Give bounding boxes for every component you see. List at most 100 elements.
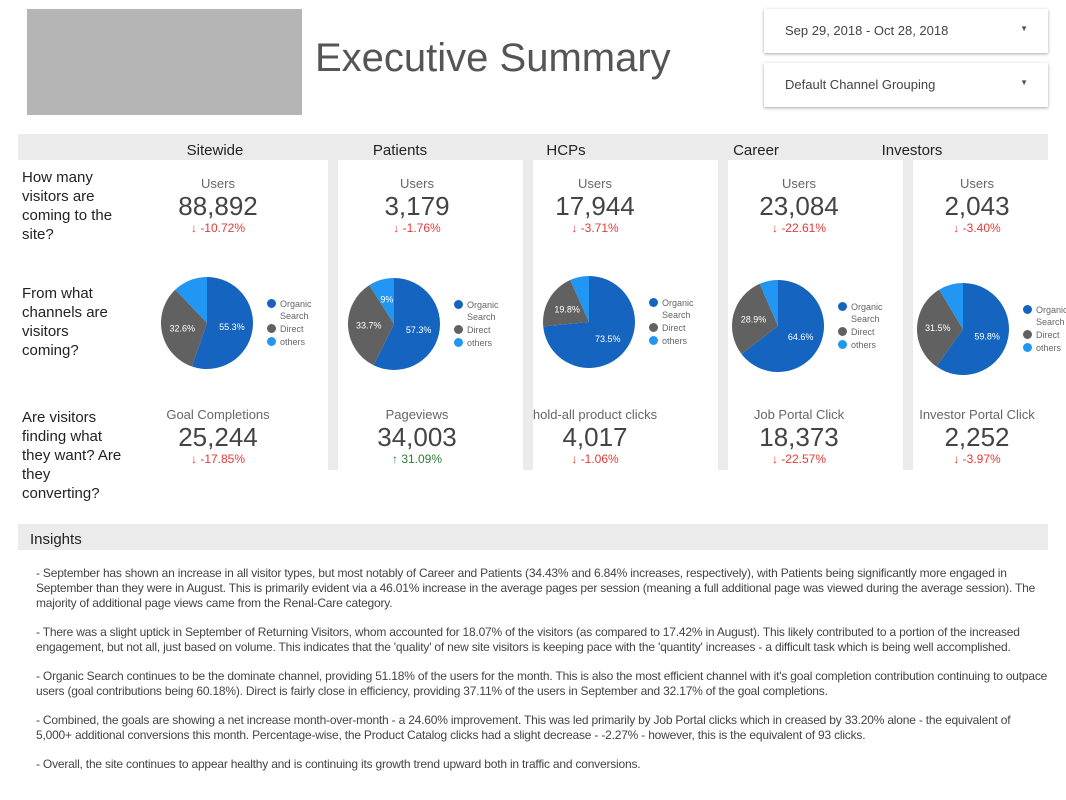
legend-item[interactable]: Direct xyxy=(649,322,709,334)
pie-legend: Organic Search Direct others xyxy=(649,297,709,348)
metric-label: Users xyxy=(782,176,816,191)
pie-legend: Organic Search Direct others xyxy=(267,298,327,349)
pie-slice-label: 31.5% xyxy=(925,323,951,333)
column-header: Investors xyxy=(881,142,943,159)
legend-item[interactable]: Organic Search xyxy=(838,301,898,325)
question-visitors: How many visitors are coming to the site… xyxy=(22,169,113,243)
metric-value: 17,944 xyxy=(555,191,635,221)
page-title: Executive Summary xyxy=(315,36,671,80)
legend-item[interactable]: others xyxy=(454,337,514,349)
caret-down-icon: ▼ xyxy=(1020,24,1028,33)
users-metric: Users 88,892 ↓ -10.72% xyxy=(178,176,258,235)
legend-item[interactable]: Organic Search xyxy=(1023,304,1066,328)
question-converting: Are visitors finding what they want? Are… xyxy=(22,409,122,502)
metric-change: ↓ -10.72% xyxy=(190,221,246,235)
legend-dot-icon xyxy=(649,336,658,345)
arrow-down-icon: ↓ xyxy=(571,452,581,466)
column-header: Sitewide xyxy=(186,142,244,159)
arrow-up-icon: ↑ xyxy=(391,452,402,466)
pie-legend: Organic Search Direct others xyxy=(1023,304,1066,355)
date-range-selector[interactable]: Sep 29, 2018 - Oct 28, 2018 ▼ xyxy=(764,9,1048,53)
insights-header: Insights xyxy=(18,524,1048,550)
pie-slice-label: 32.6% xyxy=(170,323,196,333)
legend-dot-icon xyxy=(267,324,276,333)
arrow-down-icon: ↓ xyxy=(393,221,403,235)
pie-slice-label: 28.9% xyxy=(741,315,767,325)
logo-placeholder xyxy=(27,9,302,115)
pie-slice-label: 73.5% xyxy=(595,334,621,344)
legend-dot-icon xyxy=(267,337,276,346)
channel-pie-chart: 57.3% 33.7% 9% xyxy=(348,278,440,370)
goal-metric: Pageviews 34,003 ↑ 31.09% xyxy=(377,407,457,466)
users-metric: Users 17,944 ↓ -3.71% xyxy=(555,176,635,235)
metric-change: ↓ -3.97% xyxy=(953,452,1001,466)
users-metric: Users 3,179 ↓ -1.76% xyxy=(384,176,449,235)
metric-value: 34,003 xyxy=(377,422,457,452)
legend-dot-icon xyxy=(838,340,847,349)
pie-slice-label: 19.8% xyxy=(554,304,580,314)
legend-dot-icon xyxy=(838,302,847,311)
column-header: Career xyxy=(733,142,779,159)
metric-label: Users xyxy=(201,176,235,191)
legend-dot-icon xyxy=(1023,305,1032,314)
legend-dot-icon xyxy=(649,323,658,332)
arrow-down-icon: ↓ xyxy=(190,452,201,466)
metric-change: ↓ -3.40% xyxy=(953,221,1001,235)
users-metric: Users 2,043 ↓ -3.40% xyxy=(944,176,1009,235)
metric-label: Users xyxy=(578,176,612,191)
channel-grouping-selector[interactable]: Default Channel Grouping ▼ xyxy=(764,63,1048,107)
pie-slice-label: 33.7% xyxy=(356,320,382,330)
channel-grouping-value: Default Channel Grouping xyxy=(785,77,936,92)
question-channels: From what channels are visitors coming? xyxy=(22,285,108,359)
goal-metric: Job Portal Click 18,373 ↓ -22.57% xyxy=(754,407,844,466)
metric-label: Goal Completions xyxy=(166,407,270,422)
metric-label: hold-all product clicks xyxy=(532,407,658,422)
metric-value: 4,017 xyxy=(562,422,628,452)
legend-item[interactable]: Organic Search xyxy=(649,297,709,321)
metric-value: 2,043 xyxy=(944,191,1010,221)
pie-slice-label: 55.3% xyxy=(219,322,245,332)
pie-slice-label: 57.3% xyxy=(406,325,432,335)
legend-item[interactable]: Organic Search xyxy=(267,298,327,322)
metric-change: ↓ -22.61% xyxy=(771,221,827,235)
metric-value: 3,179 xyxy=(384,191,450,221)
channel-pie-chart: 64.6% 28.9% xyxy=(732,280,824,372)
legend-item[interactable]: others xyxy=(1023,342,1066,354)
users-metric: Users 23,084 ↓ -22.61% xyxy=(759,176,839,235)
pie-legend: Organic Search Direct others xyxy=(454,299,514,350)
metric-change: ↓ -3.71% xyxy=(571,221,619,235)
metric-change: ↓ -17.85% xyxy=(190,452,246,466)
insights-text: - September has shown an increase in all… xyxy=(36,566,1048,786)
insight-paragraph: - September has shown an increase in all… xyxy=(36,566,1036,610)
legend-dot-icon xyxy=(454,325,463,334)
channel-pie-chart: 55.3% 32.6% xyxy=(161,277,253,369)
legend-item[interactable]: others xyxy=(649,335,709,347)
metric-value: 88,892 xyxy=(178,191,258,221)
metric-change: ↓ -22.57% xyxy=(771,452,827,466)
legend-dot-icon xyxy=(838,327,847,336)
legend-dot-icon xyxy=(1023,343,1032,352)
legend-item[interactable]: Direct xyxy=(838,326,898,338)
arrow-down-icon: ↓ xyxy=(953,221,963,235)
arrow-down-icon: ↓ xyxy=(771,221,782,235)
legend-item[interactable]: others xyxy=(267,336,327,348)
insight-paragraph: - There was a slight uptick in September… xyxy=(36,625,1020,654)
legend-item[interactable]: Direct xyxy=(267,323,327,335)
legend-dot-icon xyxy=(1023,330,1032,339)
insight-paragraph: - Overall, the site continues to appear … xyxy=(36,757,641,771)
metric-value: 25,244 xyxy=(178,422,258,452)
column-header: Patients xyxy=(372,142,428,159)
date-range-value: Sep 29, 2018 - Oct 28, 2018 xyxy=(785,23,949,38)
goal-metric: Goal Completions 25,244 ↓ -17.85% xyxy=(166,407,269,466)
legend-item[interactable]: Direct xyxy=(1023,329,1066,341)
legend-item[interactable]: others xyxy=(838,339,898,351)
metric-change: ↑ 31.09% xyxy=(391,452,443,466)
legend-dot-icon xyxy=(267,299,276,308)
goal-metric: hold-all product clicks 4,017 ↓ -1.06% xyxy=(533,407,657,466)
channel-pie-chart: 59.8% 31.5% xyxy=(917,283,1009,375)
legend-item[interactable]: Direct xyxy=(454,324,514,336)
legend-dot-icon xyxy=(454,300,463,309)
pie-slice-label: 9% xyxy=(380,295,393,305)
legend-item[interactable]: Organic Search xyxy=(454,299,514,323)
metric-value: 2,252 xyxy=(944,422,1010,452)
